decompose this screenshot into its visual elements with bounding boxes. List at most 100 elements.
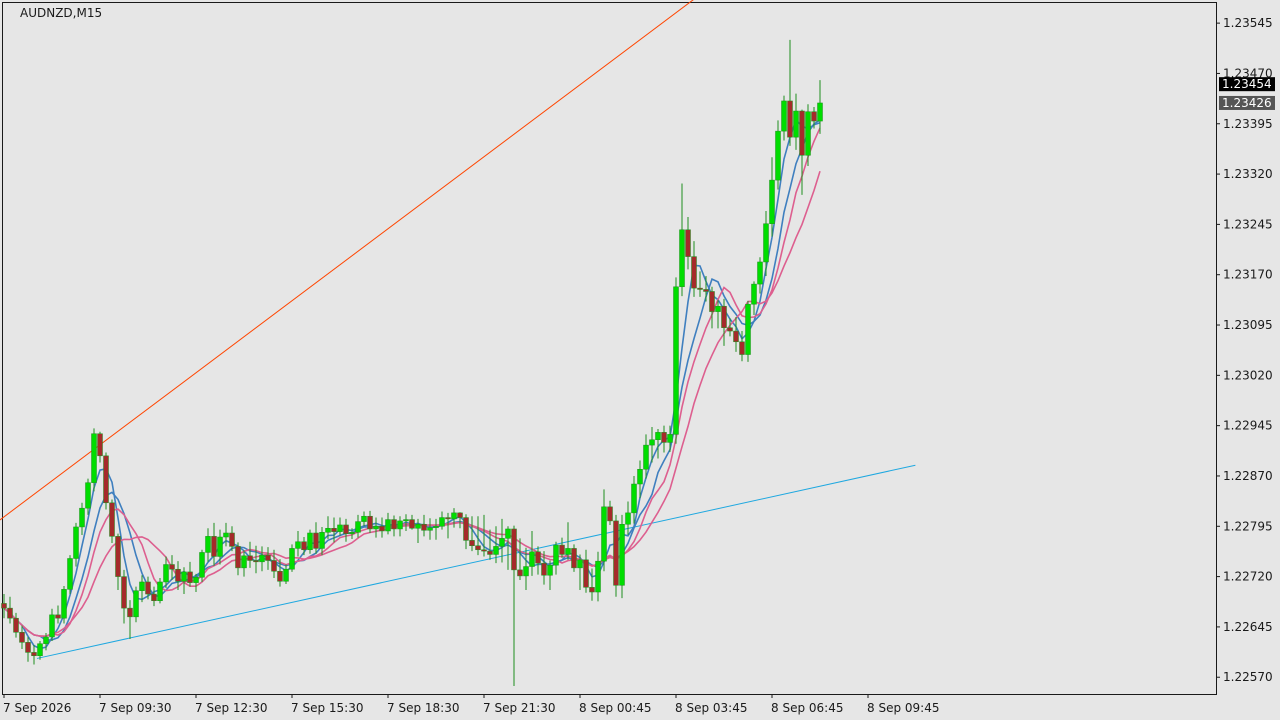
candle-body (499, 538, 505, 547)
candle-body (421, 524, 427, 531)
candle-body (511, 528, 517, 571)
candle-body (205, 536, 211, 553)
candle-body (625, 512, 631, 525)
candle-body (193, 577, 199, 583)
candle-body (619, 524, 625, 586)
candle-body (175, 568, 181, 582)
candle-body (145, 581, 151, 595)
candle-body (709, 291, 715, 312)
candle-body (1, 603, 7, 609)
candle-body (385, 519, 391, 532)
candle-body (805, 111, 811, 156)
candle-body (715, 305, 721, 312)
candle-body (475, 545, 481, 551)
candle-body (277, 570, 283, 582)
candle-body (307, 532, 313, 551)
candle-body (397, 520, 403, 530)
candle (673, 277, 679, 444)
price-tag-label: 1.23426 (1222, 96, 1272, 110)
candle-body (457, 512, 463, 518)
price-tag-label: 1.23454 (1222, 77, 1272, 91)
price-chart[interactable]: 1.235451.234701.233951.233201.232451.231… (0, 0, 1280, 720)
candle-body (343, 524, 349, 534)
candle-body (55, 614, 61, 619)
x-tick-label: 8 Sep 00:45 (579, 701, 651, 715)
candle-body (97, 433, 103, 457)
candle-body (103, 455, 109, 504)
candle-body (85, 482, 91, 509)
y-tick-label: 1.23245 (1223, 217, 1273, 231)
candle-body (157, 581, 163, 601)
x-tick-label: 7 Sep 18:30 (387, 701, 459, 715)
candle-body (151, 593, 157, 601)
candle-body (289, 548, 295, 570)
candle-body (769, 179, 775, 224)
candle (61, 585, 67, 624)
candle-body (139, 581, 145, 591)
candle-body (655, 432, 661, 440)
candle-body (79, 507, 85, 528)
candle-body (49, 614, 55, 638)
candle (613, 514, 619, 597)
candle-body (463, 517, 469, 541)
candle-body (703, 289, 709, 292)
candle-body (181, 571, 187, 582)
candle-body (577, 559, 583, 569)
candle-body (31, 652, 37, 657)
candle-body (607, 506, 613, 522)
candle-body (61, 589, 67, 619)
y-tick-label: 1.22870 (1223, 469, 1273, 483)
candle-body (583, 559, 589, 588)
candle-body (295, 541, 301, 549)
x-tick-label: 7 Sep 09:30 (99, 701, 171, 715)
candle-body (529, 551, 535, 567)
candle-body (781, 100, 787, 132)
candle-body (379, 526, 385, 532)
candle-body (559, 544, 565, 555)
candle-body (259, 554, 265, 563)
candle-body (685, 229, 691, 257)
chart-title: AUDNZD,M15 (20, 6, 102, 20)
candle (133, 586, 139, 623)
candle-body (739, 341, 745, 355)
x-tick-label: 7 Sep 2026 (3, 701, 71, 715)
candle-body (187, 571, 193, 583)
y-tick-label: 1.23020 (1223, 368, 1273, 382)
candle (91, 428, 97, 492)
candle-body (679, 229, 685, 288)
candle-body (43, 636, 49, 644)
candle-body (19, 632, 25, 643)
candle-body (133, 590, 139, 618)
candle-body (25, 642, 31, 653)
candle-body (565, 548, 571, 555)
candle-body (127, 607, 133, 618)
y-tick-label: 1.23545 (1223, 16, 1273, 30)
candle-body (445, 517, 451, 520)
candle (157, 577, 163, 604)
candle-body (409, 519, 415, 529)
candle-body (673, 286, 679, 435)
candle-body (541, 562, 547, 576)
candle-body (523, 566, 529, 577)
candle-body (253, 560, 259, 563)
candle-body (403, 519, 409, 522)
candle-body (169, 564, 175, 570)
candle-body (631, 483, 637, 514)
x-tick-label: 7 Sep 15:30 (291, 701, 363, 715)
candle-body (109, 502, 115, 537)
candle-body (595, 560, 601, 593)
candle-body (337, 524, 343, 532)
candle-body (505, 528, 511, 539)
candle-body (427, 527, 433, 531)
candle (571, 544, 577, 572)
x-tick-label: 8 Sep 09:45 (867, 701, 939, 715)
candle-body (571, 548, 577, 569)
candle-body (733, 330, 739, 343)
y-tick-label: 1.22720 (1223, 570, 1273, 584)
candle (67, 555, 73, 595)
candle-body (433, 526, 439, 528)
candle-body (751, 283, 757, 305)
candle-body (355, 521, 361, 533)
candle-body (757, 261, 763, 285)
y-tick-label: 1.22645 (1223, 620, 1273, 634)
